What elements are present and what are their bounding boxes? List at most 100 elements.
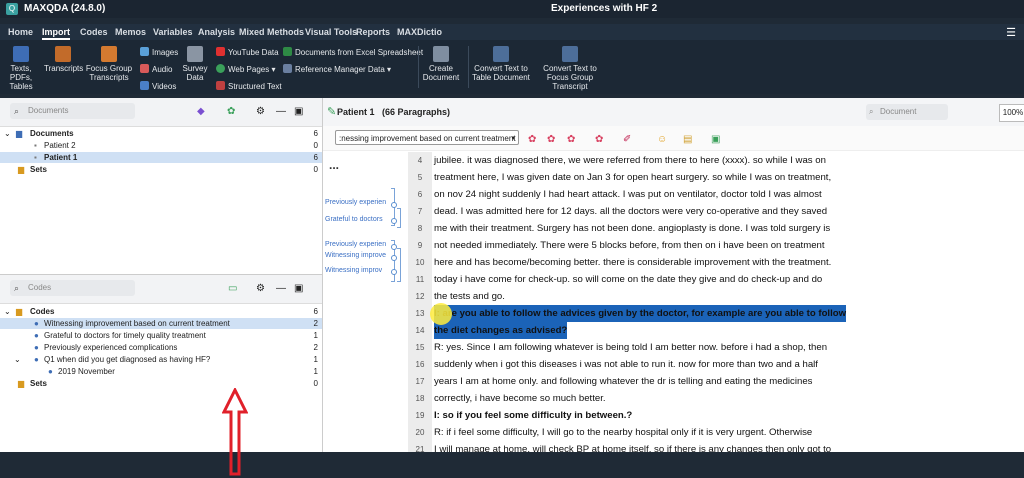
tree-item-sets[interactable]: ▆ Sets 0 — [0, 164, 322, 175]
paragraph[interactable]: 7 dead. I was admitted here for 12 days. … — [408, 203, 1018, 220]
sets-icon: ▆ — [18, 165, 25, 174]
transcript-icon — [55, 46, 71, 62]
paragraph[interactable]: 11 today i have come for check-up. so wil… — [408, 271, 1018, 288]
code-witnessing-improvement[interactable]: ● Witnessing improvement based on current… — [0, 318, 322, 329]
margin-code-label[interactable]: Previously experien — [325, 241, 386, 248]
documents-search-input[interactable]: ⌕ Documents — [10, 103, 135, 119]
focus-group-button[interactable]: Focus Group Transcripts — [84, 46, 134, 82]
margin-code-label[interactable]: Previously experien — [325, 199, 386, 206]
web-pages-button[interactable]: Web Pages ▾ — [216, 64, 275, 74]
paragraph[interactable]: 16 suddenly when i got this diseases i wa… — [408, 356, 1018, 373]
expand-chevron-icon[interactable]: ⌄ — [4, 306, 11, 317]
structured-text-button[interactable]: Structured Text — [216, 81, 282, 91]
gear-green-icon[interactable]: ✿ — [227, 106, 235, 117]
audio-button[interactable]: Audio — [140, 64, 172, 74]
document-icon — [13, 46, 29, 62]
paragraph[interactable]: 19 I: so if you feel some difficulty in b… — [408, 407, 1018, 424]
paragraph-selected[interactable]: 13 I: are you able to follow the advices … — [408, 305, 1018, 322]
tab-visual-tools[interactable]: Visual Tools — [305, 27, 357, 37]
link-icon[interactable]: ▣ — [711, 134, 720, 145]
paragraph[interactable]: 9 not needed immediately. There were 5 bl… — [408, 237, 1018, 254]
code-system-header: ⌕ Codes ▭ ⚙ — ▣ — [0, 274, 322, 304]
images-button[interactable]: Images — [140, 47, 178, 57]
tab-memos[interactable]: Memos — [115, 27, 146, 37]
emoticode-icon[interactable]: ☺ — [657, 134, 667, 145]
paragraph-selected[interactable]: 14 the diet changes as advised? — [408, 322, 1018, 339]
zoom-field[interactable]: 100% — [999, 104, 1024, 122]
paragraph[interactable]: 6 on nov 24 night suddenly I had heart at… — [408, 186, 1018, 203]
document-search-input[interactable]: ⌕ Document — [866, 104, 948, 120]
tab-codes[interactable]: Codes — [80, 27, 108, 37]
title-bar: Q MAXQDA (24.8.0) Experiences with HF 2 — [0, 0, 1024, 18]
youtube-data-button[interactable]: YouTube Data — [216, 47, 279, 57]
new-code-icon[interactable]: ▭ — [228, 283, 237, 294]
tree-item-documents[interactable]: ⌄ ▆ Documents 6 — [0, 128, 322, 139]
reference-manager-button[interactable]: Reference Manager Data ▾ — [283, 64, 391, 74]
tab-analysis[interactable]: Analysis — [198, 27, 235, 37]
code-in-vivo-icon[interactable]: ✿ — [567, 134, 575, 145]
new-document-icon — [433, 46, 449, 62]
code-icon[interactable]: ✿ — [528, 134, 536, 145]
document-browser-header: ✎ Patient 1 (66 Paragraphs) ⌕ Document 10… — [323, 98, 1024, 127]
code-selector-dropdown[interactable]: :nessing improvement based on current tr… — [335, 130, 519, 145]
memo-icon[interactable]: ▤ — [683, 134, 692, 145]
maximize-icon[interactable]: ▣ — [294, 283, 303, 294]
paragraph[interactable]: 4 jubilee. it was diagnosed there, we wer… — [408, 152, 1018, 169]
margin-code-label[interactable]: Witnessing improv — [325, 267, 382, 274]
import-ribbon: Texts, PDFs, Tables Transcripts Focus Gr… — [0, 40, 1024, 94]
activate-icon[interactable]: ◆ — [197, 106, 205, 117]
code-previously-experienced[interactable]: ● Previously experienced complications 2 — [0, 342, 322, 353]
ribbon-divider — [468, 46, 469, 88]
codes-folder-icon: ▆ — [16, 307, 23, 316]
tab-reports[interactable]: Reports — [356, 27, 390, 37]
texts-pdfs-button[interactable]: Texts, PDFs, Tables — [2, 46, 40, 91]
transcripts-button[interactable]: Transcripts — [44, 46, 83, 73]
videos-button[interactable]: Videos — [140, 81, 176, 91]
paragraph[interactable]: 15 R: yes. Since I am following whatever … — [408, 339, 1018, 356]
tab-variables[interactable]: Variables — [153, 27, 193, 37]
create-document-button[interactable]: Create Document — [420, 46, 462, 82]
maximize-icon[interactable]: ▣ — [294, 106, 303, 117]
tab-maxdictio[interactable]: MAXDictio — [397, 27, 442, 37]
tree-item-patient-2[interactable]: ▪ Patient 20 — [0, 140, 322, 151]
tab-home[interactable]: Home — [8, 27, 33, 37]
document-icon: ▪ — [34, 153, 37, 162]
margin-code-label[interactable]: Witnessing improve — [325, 252, 386, 259]
document-browser: ✎ Patient 1 (66 Paragraphs) ⌕ Document 10… — [322, 98, 1024, 452]
survey-data-button[interactable]: Survey Data — [180, 46, 210, 82]
tree-item-patient-1[interactable]: ▪ Patient 16 — [0, 152, 322, 163]
code-q1-diagnosed[interactable]: ⌄ ● Q1 when did you get diagnosed as havin… — [0, 354, 322, 365]
code-new-icon[interactable]: ✿ — [547, 134, 555, 145]
paragraph[interactable]: 12 the tests and go. — [408, 288, 1018, 305]
highlight-pen-icon[interactable]: ✐ — [623, 134, 631, 145]
code-favorite-icon[interactable]: ✿ — [595, 134, 603, 145]
codes-search-input[interactable]: ⌕ Codes — [10, 280, 135, 296]
paragraph[interactable]: 17 years I am at home only. and following… — [408, 373, 1018, 390]
margin-code-label[interactable]: Grateful to doctors — [325, 216, 383, 223]
tree-item-codes[interactable]: ⌄ ▆ Codes 6 — [0, 306, 322, 317]
more-options-icon[interactable]: ... — [329, 158, 339, 172]
search-icon: ⌕ — [869, 107, 874, 116]
tab-mixed-methods[interactable]: Mixed Methods — [239, 27, 304, 37]
paragraph[interactable]: 21 I will manage at home. will check BP a… — [408, 441, 1018, 452]
paragraph[interactable]: 18 correctly, i have become so much bette… — [408, 390, 1018, 407]
minimize-icon[interactable]: — — [276, 283, 286, 294]
expand-chevron-icon[interactable]: ⌄ — [4, 128, 11, 139]
settings-gear-icon[interactable]: ⚙ — [256, 106, 265, 117]
paragraph[interactable]: 5 treatment here, I was given date on Jan… — [408, 169, 1018, 186]
hamburger-menu-icon[interactable]: ☰ — [1006, 26, 1016, 39]
code-tree-sets[interactable]: ▆ Sets 0 — [0, 378, 322, 389]
paragraph[interactable]: 8 me with their treatment. Surgery has no… — [408, 220, 1018, 237]
edit-document-icon[interactable]: ✎ — [327, 105, 336, 118]
paragraph[interactable]: 20 R: if i feel some difficulty, I will g… — [408, 424, 1018, 441]
tab-import[interactable]: Import — [42, 27, 70, 40]
convert-focus-button[interactable]: Convert Text to Focus Group Transcript — [534, 46, 606, 91]
minimize-icon[interactable]: — — [276, 106, 286, 117]
code-grateful-to-doctors[interactable]: ● Grateful to doctors for timely quality … — [0, 330, 322, 341]
settings-gear-icon[interactable]: ⚙ — [256, 283, 265, 294]
paragraph[interactable]: 10 here and has become/becoming better. t… — [408, 254, 1018, 271]
documents-from-excel-button[interactable]: Documents from Excel Spreadsheet — [283, 47, 423, 57]
expand-chevron-icon[interactable]: ⌄ — [14, 354, 21, 365]
convert-table-button[interactable]: Convert Text to Table Document — [472, 46, 530, 82]
code-2019-november[interactable]: ● 2019 November 1 — [0, 366, 322, 377]
